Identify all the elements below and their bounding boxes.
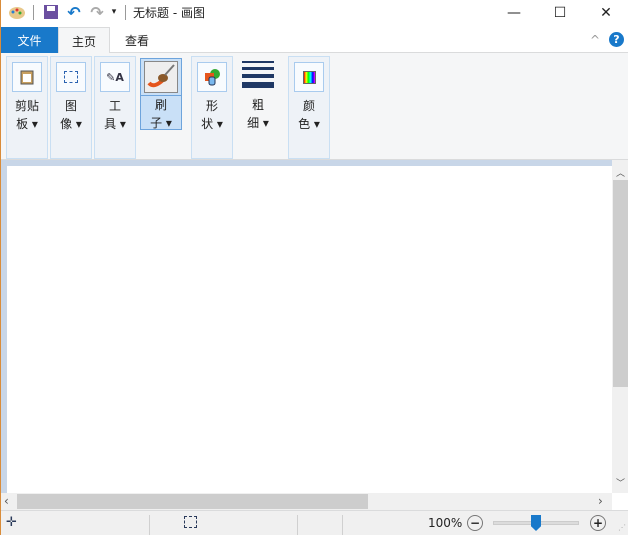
ribbon-home: 剪贴板 ▾ 图像 ▾ ✎A 工具 ▾ 刷子 ▾ 形状 ▾ 粗细 ▾ 颜色 ▾ bbox=[1, 53, 628, 160]
collapse-ribbon-icon[interactable]: ^ bbox=[587, 27, 603, 53]
ribbon-tabs: 文件 主页 查看 ^ ? bbox=[1, 27, 628, 54]
status-bar: ✛ 100% − + ⋰ bbox=[1, 510, 628, 535]
save-icon[interactable] bbox=[41, 3, 61, 21]
scroll-right-icon[interactable]: › bbox=[598, 494, 603, 508]
divider bbox=[33, 5, 34, 20]
divider bbox=[149, 515, 150, 535]
size-label-2: 细 ▾ bbox=[247, 116, 269, 130]
image-button[interactable]: 图像 ▾ bbox=[50, 56, 92, 159]
tab-view[interactable]: 查看 bbox=[110, 27, 164, 53]
shapes-label-2: 状 ▾ bbox=[201, 117, 223, 131]
size-button[interactable]: 粗细 ▾ bbox=[237, 56, 279, 159]
tab-home[interactable]: 主页 bbox=[58, 27, 110, 54]
colors-label-2: 色 ▾ bbox=[298, 117, 320, 131]
window-title: 无标题 - 画图 bbox=[133, 6, 205, 20]
horizontal-scroll-thumb[interactable] bbox=[17, 494, 368, 509]
divider bbox=[297, 515, 298, 535]
brushes-label-2: 子 ▾ bbox=[150, 116, 172, 130]
zoom-in-button[interactable]: + bbox=[590, 515, 606, 531]
maximize-button[interactable]: ☐ bbox=[537, 0, 583, 26]
brushes-button[interactable]: 刷子 ▾ bbox=[140, 58, 182, 130]
close-button[interactable]: ✕ bbox=[583, 0, 628, 26]
brushes-label-1: 刷 bbox=[154, 98, 167, 112]
divider bbox=[125, 5, 126, 20]
clipboard-label-2: 板 ▾ bbox=[16, 117, 38, 131]
colors-button[interactable]: 颜色 ▾ bbox=[288, 56, 330, 159]
clipboard-label-1: 剪贴 bbox=[14, 99, 39, 113]
vertical-scrollbar[interactable]: ︿ ﹀ bbox=[612, 160, 628, 493]
resize-grip-icon[interactable]: ⋰ bbox=[618, 523, 626, 532]
tools-label-2: 具 ▾ bbox=[104, 117, 126, 131]
clipboard-icon bbox=[12, 62, 42, 92]
brush-icon bbox=[144, 61, 178, 93]
colors-label-1: 颜 bbox=[302, 99, 315, 113]
colors-icon bbox=[294, 62, 324, 92]
canvas-area bbox=[1, 160, 612, 493]
clipboard-button[interactable]: 剪贴板 ▾ bbox=[6, 56, 48, 159]
select-icon bbox=[56, 62, 86, 92]
image-label-1: 图 bbox=[64, 99, 77, 113]
cursor-position-icon: ✛ bbox=[6, 515, 17, 530]
shapes-icon bbox=[197, 62, 227, 92]
vertical-scroll-thumb[interactable] bbox=[613, 180, 628, 387]
divider bbox=[342, 515, 343, 535]
image-label-2: 像 ▾ bbox=[60, 117, 82, 131]
selection-size-icon bbox=[184, 516, 197, 528]
size-label-1: 粗 bbox=[251, 98, 264, 112]
zoom-level: 100% bbox=[428, 516, 463, 530]
tools-button[interactable]: ✎A 工具 ▾ bbox=[94, 56, 136, 159]
size-icon bbox=[242, 61, 274, 88]
help-button[interactable]: ? bbox=[609, 32, 624, 47]
undo-icon[interactable]: ↶ bbox=[64, 3, 84, 22]
scroll-down-icon[interactable]: ﹀ bbox=[612, 476, 628, 490]
tools-label-1: 工 bbox=[108, 99, 121, 113]
tab-file[interactable]: 文件 bbox=[1, 27, 58, 53]
horizontal-scrollbar[interactable]: ‹ › bbox=[1, 493, 612, 510]
redo-icon[interactable]: ↷ bbox=[87, 3, 107, 22]
shapes-button[interactable]: 形状 ▾ bbox=[191, 56, 233, 159]
paint-app-icon[interactable] bbox=[7, 3, 27, 21]
minimize-button[interactable]: — bbox=[491, 0, 537, 26]
customize-quick-access-icon[interactable]: ▾ bbox=[107, 3, 121, 21]
shapes-label-1: 形 bbox=[205, 99, 218, 113]
zoom-out-button[interactable]: − bbox=[467, 515, 483, 531]
drawing-canvas[interactable] bbox=[7, 166, 612, 493]
zoom-slider-thumb[interactable] bbox=[531, 515, 541, 531]
scroll-up-icon[interactable]: ︿ bbox=[612, 166, 628, 180]
scroll-left-icon[interactable]: ‹ bbox=[4, 494, 9, 508]
tools-icon: ✎A bbox=[100, 62, 130, 92]
title-bar: ↶ ↷ ▾ 无标题 - 画图 — ☐ ✕ bbox=[1, 0, 628, 26]
